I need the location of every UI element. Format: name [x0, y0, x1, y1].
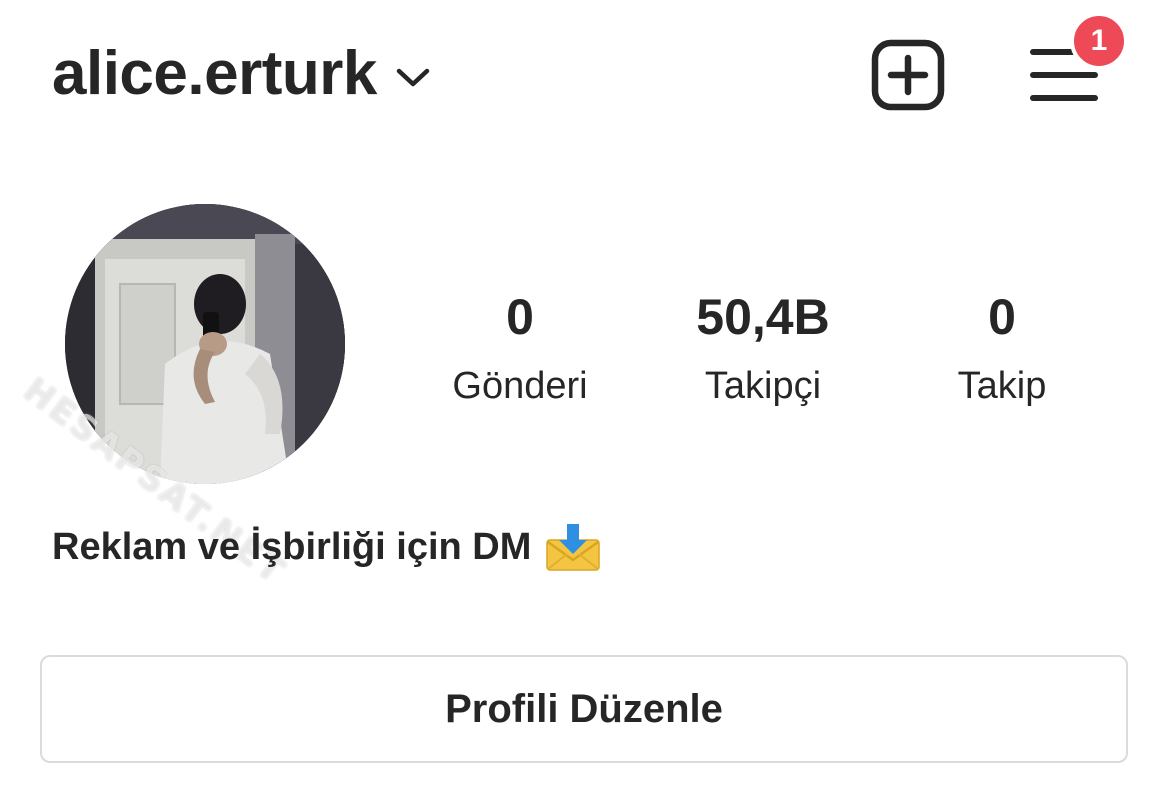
followers-label: Takipçi — [704, 365, 822, 407]
plus-square-icon — [871, 39, 945, 111]
following-count: 0 — [988, 289, 1016, 345]
edit-profile-button[interactable]: Profili Düzenle — [40, 655, 1128, 763]
followers-count: 50,4B — [696, 289, 830, 345]
followers-stat[interactable]: 50,4B Takipçi — [643, 282, 883, 416]
new-post-button[interactable] — [870, 38, 946, 112]
profile-avatar[interactable] — [65, 204, 345, 484]
following-stat[interactable]: 0 Takip — [882, 282, 1122, 416]
envelope-with-arrow-icon — [546, 524, 601, 571]
chevron-down-icon — [393, 63, 433, 93]
notification-badge: 1 — [1070, 12, 1128, 70]
following-label: Takip — [957, 365, 1047, 407]
username: alice.erturk — [52, 39, 377, 108]
posts-count: 0 — [506, 289, 534, 345]
posts-label: Gönderi — [452, 365, 588, 407]
profile-header: alice.erturk 1 — [0, 0, 1166, 150]
account-switcher[interactable]: alice.erturk — [52, 38, 433, 109]
profile-bio: Reklam ve İşbirliği için DM — [52, 522, 601, 572]
bio-text: Reklam ve İşbirliği için DM — [52, 525, 532, 568]
posts-stat[interactable]: 0 Gönderi — [400, 282, 640, 416]
profile-page: alice.erturk 1 HESAPSAT.NET 0 Gönderi 50… — [0, 0, 1166, 800]
